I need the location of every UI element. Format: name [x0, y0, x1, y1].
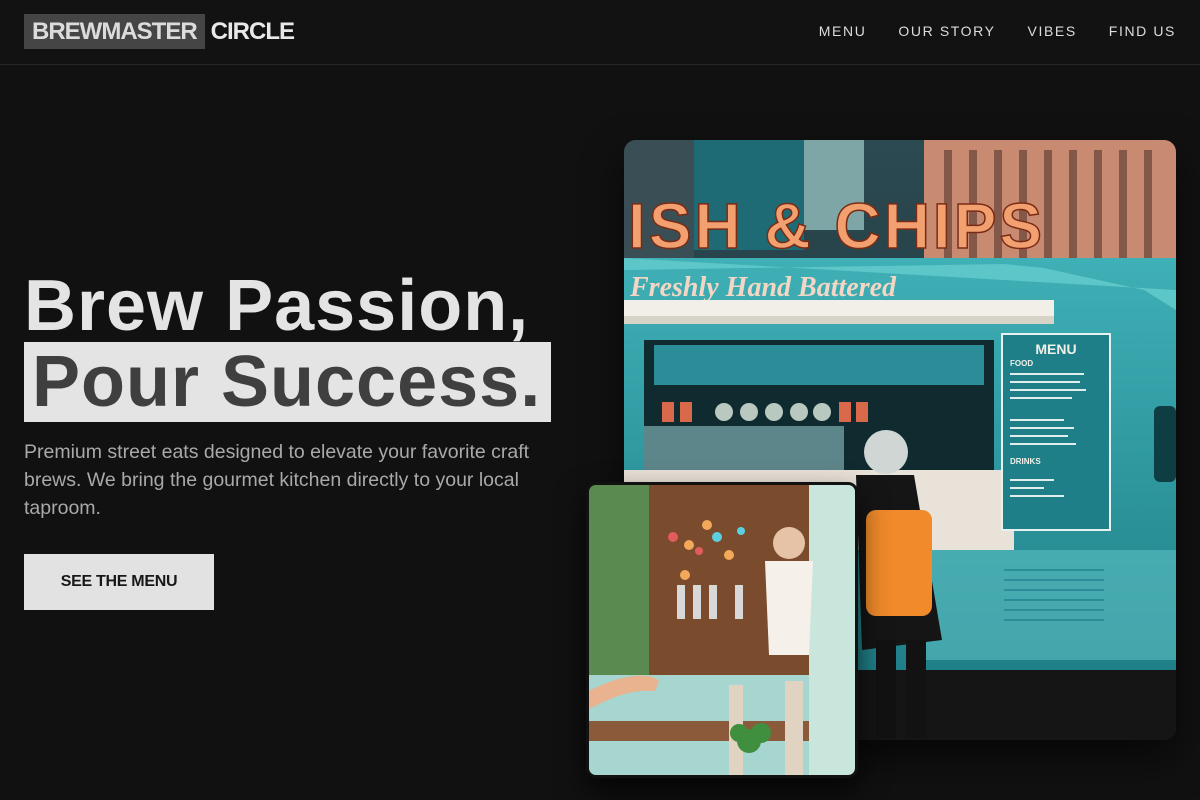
hero-headline-line-2-highlight: Pour Success. [24, 342, 552, 422]
nav-link-vibes[interactable]: VIBES [1028, 23, 1077, 39]
taproom-interior-photo [586, 482, 858, 778]
nav-link-our-story[interactable]: OUR STORY [898, 23, 995, 39]
truck-sign-text: ISH & CHIPS [628, 190, 1045, 262]
menu-board-food: FOOD [1010, 359, 1033, 368]
see-menu-button[interactable]: SEE THE MENU [24, 554, 214, 610]
top-navigation-bar: BREWMASTER CIRCLE MENU OUR STORY VIBES F… [0, 0, 1200, 65]
main-nav: MENU OUR STORY VIBES FIND US [819, 23, 1176, 39]
hero-headline: Brew Passion, Pour Success. [24, 266, 552, 422]
nav-link-find-us[interactable]: FIND US [1109, 23, 1176, 39]
menu-board-drinks: DRINKS [1010, 457, 1041, 466]
brand-logo[interactable]: BREWMASTER CIRCLE [24, 14, 295, 49]
menu-board-title: MENU [1035, 341, 1076, 357]
hero-description: Premium street eats designed to elevate … [24, 441, 530, 519]
nav-link-menu[interactable]: MENU [819, 23, 867, 39]
brand-logo-text: CIRCLE [210, 17, 295, 45]
taproom-illustration [589, 485, 855, 775]
truck-banner-text: Freshly Hand Battered [629, 272, 897, 303]
brand-logo-highlight: BREWMASTER [24, 14, 205, 49]
hero-headline-line-1: Brew Passion, [24, 266, 530, 346]
